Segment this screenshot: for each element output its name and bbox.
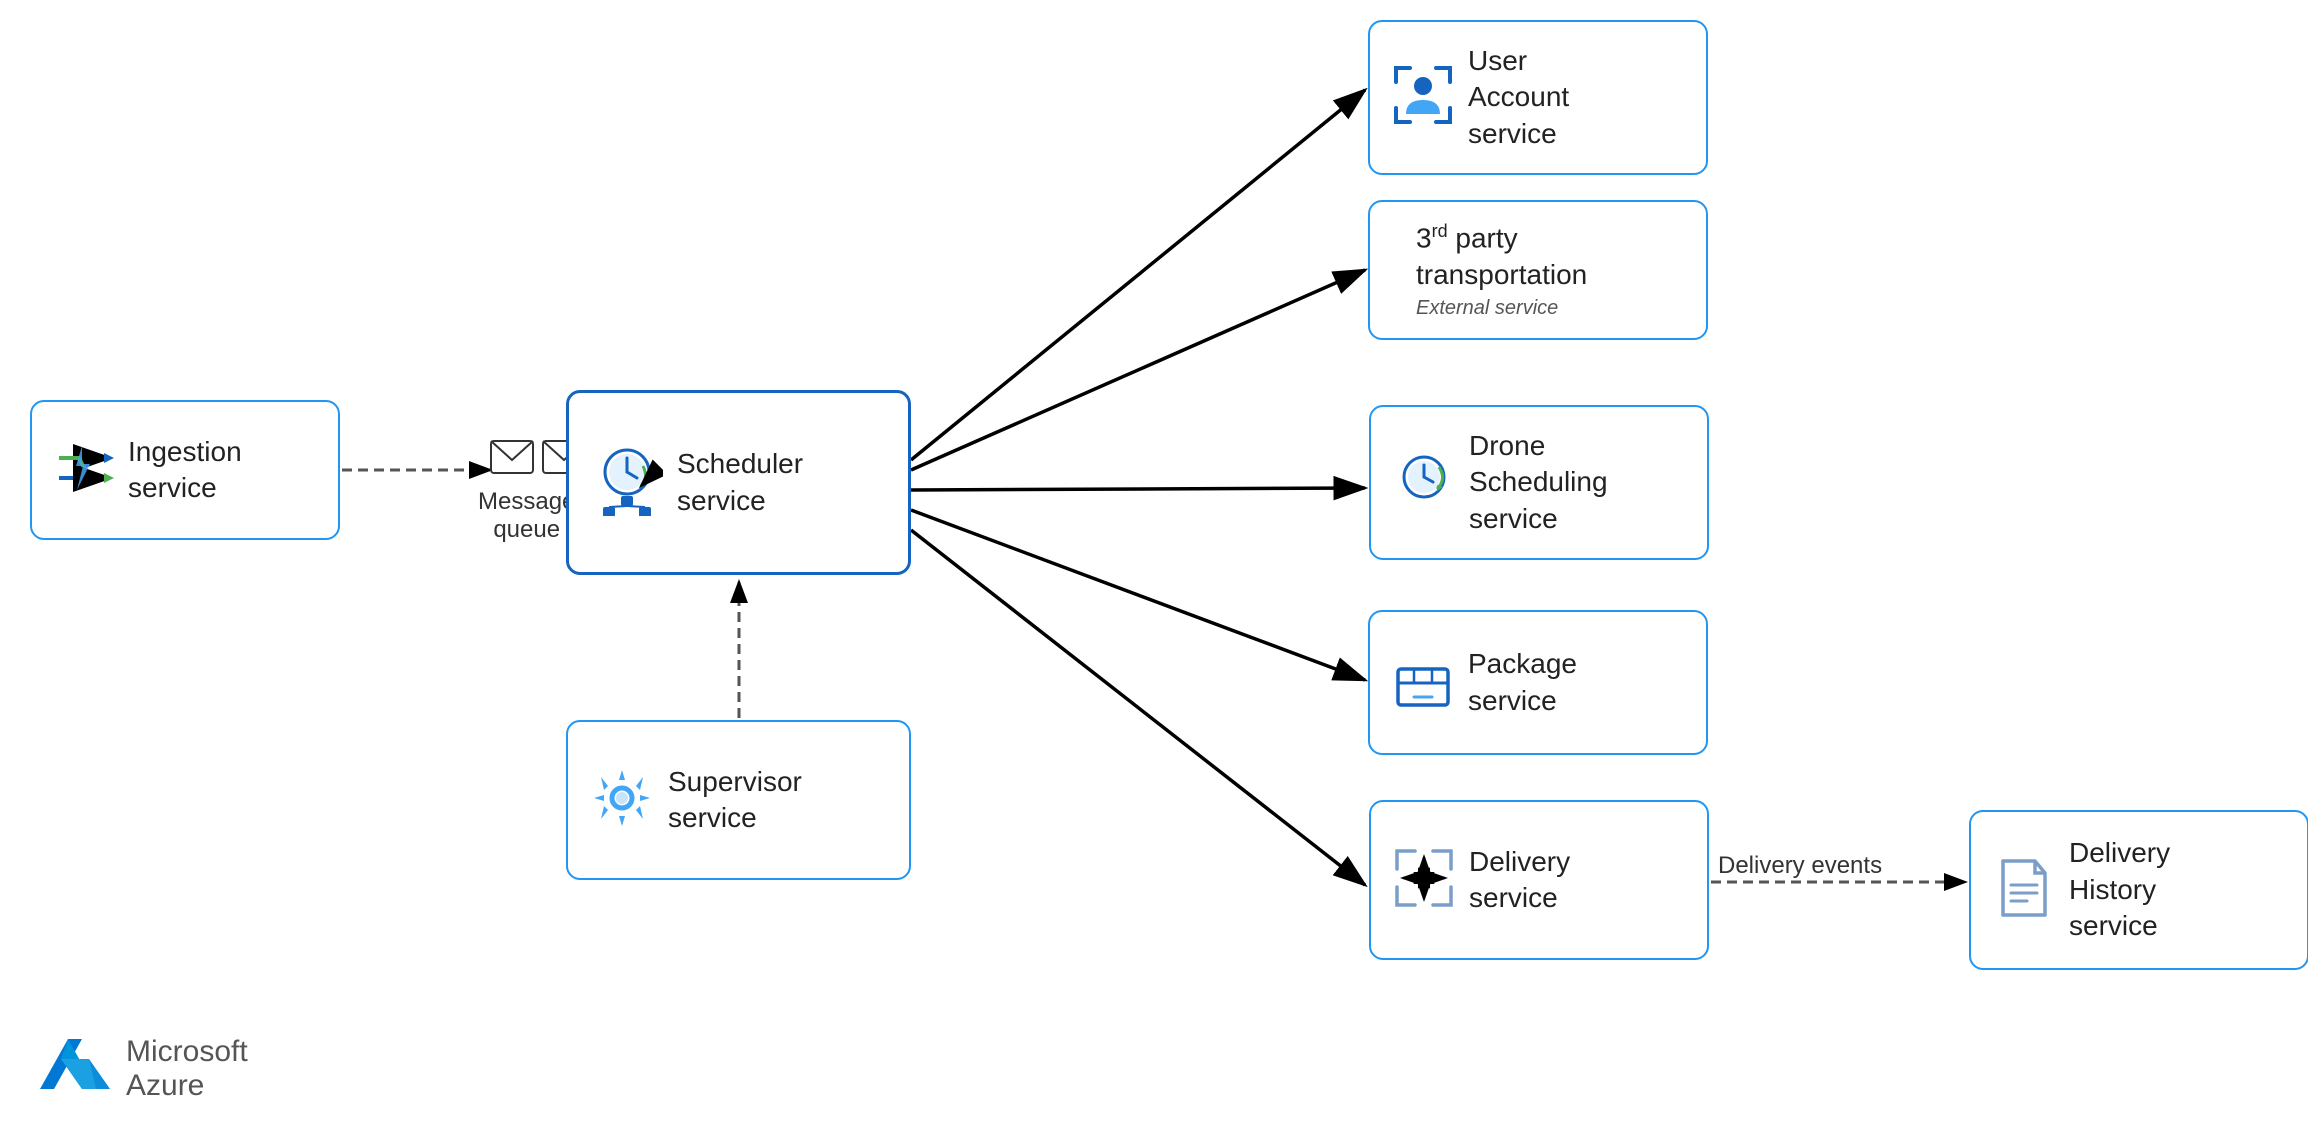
ingestion-service-box: Ingestionservice	[30, 400, 340, 540]
package-service-label: Packageservice	[1468, 646, 1577, 719]
delivery-history-service-box: DeliveryHistoryservice	[1969, 810, 2308, 970]
supervisor-service-label: Supervisorservice	[668, 764, 802, 837]
third-party-icon	[1392, 261, 1402, 279]
ingestion-service-label: Ingestionservice	[128, 434, 242, 507]
scheduler-icon	[591, 444, 663, 521]
azure-text: Microsoft Azure	[126, 1035, 248, 1103]
external-service-label: External service	[1416, 297, 1587, 320]
envelope-icon-1	[490, 440, 534, 474]
delivery-icon	[1393, 847, 1455, 914]
azure-logo-icon	[40, 1034, 110, 1104]
user-account-service-box: UserAccountservice	[1368, 20, 1708, 175]
package-service-box: Packageservice	[1368, 610, 1708, 755]
drone-scheduling-service-label: DroneSchedulingservice	[1469, 428, 1608, 537]
delivery-history-icon	[1993, 857, 2055, 924]
scheduler-service-label: Schedulerservice	[677, 446, 803, 519]
user-account-service-label: UserAccountservice	[1468, 43, 1569, 152]
delivery-events-label: Delivery events	[1718, 852, 1882, 880]
ingestion-icon	[54, 438, 114, 503]
supervisor-service-box: Supervisorservice	[566, 720, 911, 880]
scheduler-service-box: Schedulerservice	[566, 390, 911, 575]
package-icon	[1392, 649, 1454, 716]
third-party-service-box: 3rd partytransportation External service	[1368, 200, 1708, 340]
message-queue-label: Messagequeue	[478, 488, 575, 544]
diagram-container: Messagequeue Ingestionservice	[0, 0, 2308, 1144]
supervisor-icon	[590, 766, 654, 835]
arrows-layer	[0, 0, 2308, 1144]
user-account-icon	[1392, 64, 1454, 131]
drone-scheduling-icon	[1393, 449, 1455, 516]
delivery-service-box: Deliveryservice	[1369, 800, 1709, 960]
drone-scheduling-service-box: DroneSchedulingservice	[1369, 405, 1709, 560]
third-party-service-label: 3rd partytransportation	[1416, 220, 1587, 293]
azure-logo: Microsoft Azure	[40, 1034, 248, 1104]
delivery-service-label: Deliveryservice	[1469, 844, 1570, 917]
delivery-history-service-label: DeliveryHistoryservice	[2069, 835, 2170, 944]
